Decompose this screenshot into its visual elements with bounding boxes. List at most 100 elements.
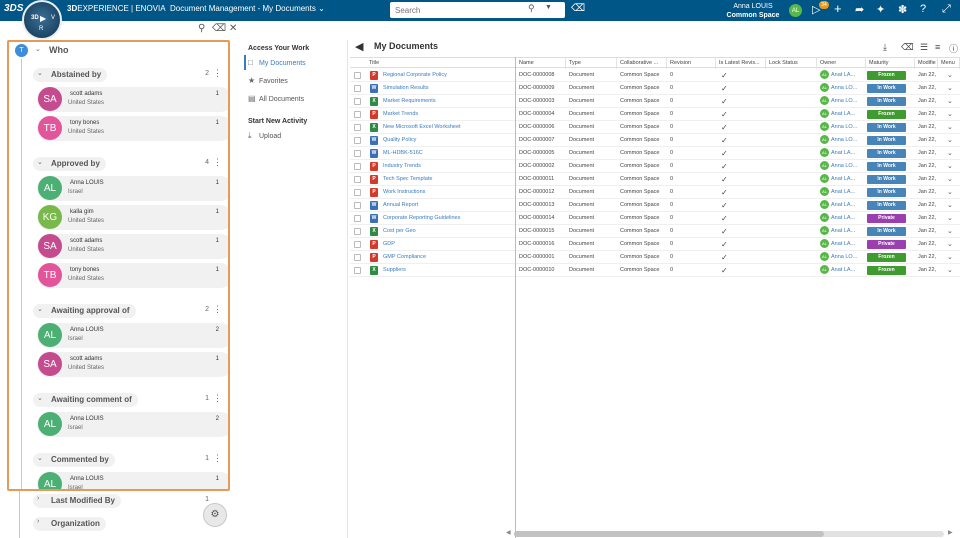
row-menu-chevron-icon[interactable]: ⌄ <box>944 199 960 212</box>
row-checkbox[interactable] <box>354 163 361 170</box>
table-row[interactable]: P Work Instructions DOC-0000012 Document Com… <box>350 186 960 199</box>
maturity-badge[interactable]: In Work <box>867 175 906 184</box>
person-filter-item[interactable]: TB tony bones United States 1 <box>37 116 228 141</box>
ds-logo-icon[interactable]: 3DS <box>4 3 23 18</box>
column-header[interactable]: Maturity <box>866 58 915 69</box>
maturity-badge[interactable]: Frozen <box>867 71 906 80</box>
table-row[interactable]: P GDP DOC-0000016 Document Common Space 0 ✓ AL A… <box>350 238 960 251</box>
fullscreen-icon[interactable]: ⤢ <box>942 3 951 16</box>
table-row[interactable]: X Market Requirements DOC-0000003 Document C… <box>350 95 960 108</box>
document-title-link[interactable]: Regional Corporate Policy <box>380 69 516 82</box>
document-title-link[interactable]: Tech Spec Template <box>380 173 516 186</box>
maturity-badge[interactable]: In Work <box>867 136 906 145</box>
search-icon[interactable]: ⚲ <box>528 3 535 14</box>
document-title-link[interactable]: GDP <box>380 238 516 251</box>
row-menu-chevron-icon[interactable]: ⌄ <box>944 264 960 277</box>
maturity-badge[interactable]: Frozen <box>867 253 906 262</box>
network-icon[interactable]: ✦ <box>876 3 885 16</box>
owner-cell[interactable]: AL Anat LA... <box>817 199 866 212</box>
filter-icon[interactable]: ⚙ <box>203 503 227 527</box>
person-filter-item[interactable]: AL Anna LOUIS Israel 1 <box>37 472 228 489</box>
chevron-down-icon[interactable]: ⌄ <box>37 394 43 402</box>
search-input[interactable] <box>390 3 524 17</box>
table-row[interactable]: X New Microsoft Excel Worksheet DOC-000000… <box>350 121 960 134</box>
export-icon[interactable]: ⤓ <box>883 42 887 53</box>
person-filter-item[interactable]: AL Anna LOUIS Israel 2 <box>37 412 228 437</box>
horizontal-scrollbar[interactable] <box>514 531 944 537</box>
owner-cell[interactable]: AL Anna LO... <box>817 95 866 108</box>
table-row[interactable]: P Tech Spec Template DOC-0000011 Document Co… <box>350 173 960 186</box>
chevron-down-icon[interactable]: ⌄ <box>37 305 43 313</box>
owner-cell[interactable]: AL Anna LO... <box>817 121 866 134</box>
frozen-column-divider[interactable] <box>515 57 516 538</box>
table-row[interactable]: W Quality Policy DOC-0000007 Document Common… <box>350 134 960 147</box>
owner-cell[interactable]: AL Anat LA... <box>817 147 866 160</box>
row-menu-chevron-icon[interactable]: ⌄ <box>944 95 960 108</box>
chevron-right-icon[interactable]: › <box>37 495 39 502</box>
tag-toolbar-icon[interactable]: ⌫ <box>901 42 914 53</box>
nav-all-documents[interactable]: ▤ All Documents <box>248 94 304 103</box>
table-row[interactable]: W Annual Report DOC-0000013 Document Common … <box>350 199 960 212</box>
share-icon[interactable]: ➦ <box>855 3 864 16</box>
maturity-badge[interactable]: In Work <box>867 227 906 236</box>
person-filter-item[interactable]: KG kalla gim United States 1 <box>37 205 228 230</box>
row-checkbox[interactable] <box>354 215 361 222</box>
person-filter-item[interactable]: AL Anna LOUIS Israel 2 <box>37 323 228 348</box>
document-title-link[interactable]: Cost per Geo <box>380 225 516 238</box>
search-options-chevron-icon[interactable]: ▼ <box>545 4 552 11</box>
filter-group-header[interactable]: ⌄ Awaiting comment of 1 ⋮ <box>33 393 228 407</box>
maturity-badge[interactable]: In Work <box>867 123 906 132</box>
maturity-badge[interactable]: In Work <box>867 97 906 106</box>
person-filter-item[interactable]: SA scott adams United States 1 <box>37 87 228 112</box>
maturity-badge[interactable]: In Work <box>867 149 906 158</box>
row-menu-chevron-icon[interactable]: ⌄ <box>944 108 960 121</box>
owner-cell[interactable]: AL Anat LA... <box>817 238 866 251</box>
row-checkbox[interactable] <box>354 98 361 105</box>
owner-cell[interactable]: AL Anat LA... <box>817 225 866 238</box>
filter-group-header[interactable]: ⌄ Approved by 4 ⋮ <box>33 157 228 171</box>
row-checkbox[interactable] <box>354 150 361 157</box>
scroll-left-icon[interactable]: ◀ <box>506 529 511 536</box>
row-checkbox[interactable] <box>354 124 361 131</box>
who-chevron-icon[interactable]: ⌄ <box>35 45 41 53</box>
user-info[interactable]: Anna LOUIS Common Space <box>720 2 786 20</box>
row-menu-chevron-icon[interactable]: ⌄ <box>944 212 960 225</box>
collapse-left-icon[interactable]: ◀ <box>355 40 363 53</box>
owner-cell[interactable]: AL Anna LO... <box>817 160 866 173</box>
app-title-chevron-icon[interactable]: ⌄ <box>318 4 325 13</box>
user-avatar[interactable]: AL <box>789 4 802 17</box>
list-view-icon[interactable]: ≡ <box>935 42 940 52</box>
row-menu-chevron-icon[interactable]: ⌄ <box>944 238 960 251</box>
filter-group-header[interactable]: ⌄ Commented by 1 ⋮ <box>33 453 228 467</box>
owner-cell[interactable]: AL Anna LO... <box>817 82 866 95</box>
row-menu-chevron-icon[interactable]: ⌄ <box>944 134 960 147</box>
maturity-badge[interactable]: In Work <box>867 188 906 197</box>
maturity-badge[interactable]: Frozen <box>867 110 906 119</box>
row-checkbox[interactable] <box>354 176 361 183</box>
row-menu-chevron-icon[interactable]: ⌄ <box>944 225 960 238</box>
nav-upload[interactable]: ⤓ Upload <box>248 131 281 141</box>
table-row[interactable]: X Suppliers DOC-0000010 Document Common Spac… <box>350 264 960 277</box>
filter-group-header-collapsed[interactable]: › Last Modified By 1 <box>33 494 229 508</box>
table-row[interactable]: W ML-HDBK-516C DOC-0000005 Document Common S… <box>350 147 960 160</box>
row-menu-chevron-icon[interactable]: ⌄ <box>944 186 960 199</box>
column-header[interactable]: Revision <box>667 58 716 69</box>
owner-cell[interactable]: AL Anat LA... <box>817 212 866 225</box>
column-header[interactable]: Modifie <box>915 58 938 69</box>
row-checkbox[interactable] <box>354 111 361 118</box>
row-menu-chevron-icon[interactable]: ⌄ <box>944 251 960 264</box>
row-menu-chevron-icon[interactable]: ⌄ <box>944 121 960 134</box>
chevron-down-icon[interactable]: ⌄ <box>37 158 43 166</box>
table-row[interactable]: X Cost per Geo DOC-0000015 Document Common S… <box>350 225 960 238</box>
filter-group-header-collapsed[interactable]: › Organization <box>33 517 229 531</box>
column-header[interactable]: Lock Status <box>766 58 817 69</box>
maturity-badge[interactable]: Private <box>867 214 906 223</box>
table-row[interactable]: P Market Trends DOC-0000004 Document Common … <box>350 108 960 121</box>
document-title-link[interactable]: ML-HDBK-516C <box>380 147 516 160</box>
table-row[interactable]: W Simulation Results DOC-0000009 Document Co… <box>350 82 960 95</box>
chevron-down-icon[interactable]: ⌄ <box>37 454 43 462</box>
column-header[interactable]: Is Latest Revis... <box>716 58 766 69</box>
app-title[interactable]: Document Management - My Documents <box>170 4 316 13</box>
row-checkbox[interactable] <box>354 267 361 274</box>
owner-cell[interactable]: AL Anat LA... <box>817 264 866 277</box>
